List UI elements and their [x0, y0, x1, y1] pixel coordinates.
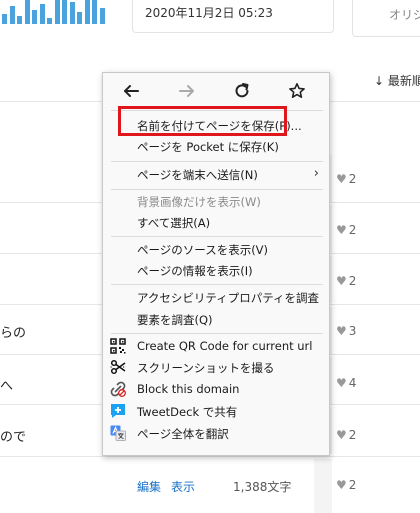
menu-separator	[111, 333, 323, 334]
translate-icon	[110, 425, 126, 441]
row-stripe	[314, 459, 332, 513]
menu-item-inspect-accessibility[interactable]: アクセシビリティプロパティを調査	[103, 287, 329, 308]
heart-icon: ♥	[336, 274, 347, 288]
menu-item-send-to-device[interactable]: ページを端末へ送信(N) ›	[103, 164, 329, 185]
like-count: ♥ 2	[336, 223, 356, 237]
date-card: 2020年11月2日 05:23	[132, 0, 334, 33]
menu-item-label: ページの情報を表示(I)	[137, 264, 253, 278]
chart-bar	[54, 0, 60, 24]
like-count: ♥ 2	[336, 478, 356, 492]
chart-bar	[69, 2, 75, 24]
chart-bar	[2, 14, 7, 24]
menu-item-tweetdeck[interactable]: TweetDeck で共有	[103, 401, 329, 422]
menu-item-label: ページを端末へ送信(N)	[137, 168, 258, 182]
mini-bar-chart	[0, 0, 110, 24]
like-number: 2	[348, 478, 357, 492]
chart-bar	[32, 10, 37, 24]
menu-item-block-domain[interactable]: Block this domain	[103, 379, 329, 400]
menu-item-label: Block this domain	[137, 382, 240, 396]
star-icon	[289, 83, 305, 98]
sort-latest-label[interactable]: ↓ 最新順	[374, 72, 420, 89]
chart-bar	[84, 0, 90, 24]
row-title-fragment[interactable]: ので	[0, 426, 26, 445]
like-number: 2	[348, 172, 357, 186]
menu-item-page-info[interactable]: ページの情報を表示(I)	[103, 260, 329, 281]
menu-item-save-to-pocket[interactable]: ページを Pocket に保存(K)	[103, 136, 329, 157]
tweetdeck-icon	[111, 404, 125, 418]
like-number: 4	[348, 376, 357, 390]
bookmark-button[interactable]	[287, 81, 307, 101]
heart-icon: ♥	[336, 223, 347, 237]
menu-item-label: スクリーンショットを撮る	[137, 361, 275, 375]
menu-item-label: すべて選択(A)	[137, 216, 211, 230]
chart-bar	[17, 16, 22, 24]
row-title-fragment[interactable]: らの	[0, 322, 26, 341]
like-number: 3	[348, 324, 357, 338]
menu-item-label: ページを Pocket に保存(K)	[137, 140, 279, 154]
original-card[interactable]: オリジ	[352, 0, 420, 37]
like-number: 2	[348, 223, 357, 237]
menu-item-select-all[interactable]: すべて選択(A)	[103, 212, 329, 233]
menu-separator	[111, 236, 323, 237]
original-card-label: オリジ	[389, 8, 420, 22]
menu-item-label: ページ全体を翻訳	[137, 427, 229, 441]
menu-item-screenshot[interactable]: スクリーンショットを撮る	[103, 357, 329, 378]
menu-item-label: 背景画像だけを表示(W)	[137, 195, 261, 209]
chart-bar	[9, 6, 15, 24]
menu-item-label: Create QR Code for current url	[137, 339, 313, 353]
menu-item-label: 要素を調査(Q)	[137, 313, 213, 327]
chart-bar	[47, 18, 52, 24]
like-count: ♥ 4	[336, 376, 356, 390]
reload-button[interactable]	[232, 81, 252, 101]
reload-icon	[235, 83, 249, 98]
like-count: ♥ 2	[336, 172, 356, 186]
heart-icon: ♥	[336, 376, 347, 390]
like-number: 2	[348, 428, 357, 442]
like-count: ♥ 2	[336, 274, 356, 288]
forward-button[interactable]	[177, 81, 197, 101]
context-menu-nav	[103, 73, 329, 109]
qr-code-icon	[110, 338, 126, 354]
menu-item-view-background-image: 背景画像だけを表示(W)	[103, 191, 329, 212]
highlight-annotation	[118, 106, 287, 136]
like-count: ♥ 2	[336, 428, 356, 442]
char-count: 1,388文字	[233, 480, 292, 494]
chart-bar	[24, 0, 30, 24]
divider	[0, 456, 420, 457]
menu-item-qr-code[interactable]: Create QR Code for current url	[103, 336, 329, 357]
menu-item-translate-page[interactable]: ページ全体を翻訳	[103, 423, 329, 444]
menu-item-label: アクセシビリティプロパティを調査	[137, 291, 320, 305]
menu-item-label: ページのソースを表示(V)	[137, 243, 269, 257]
arrow-left-icon	[124, 85, 139, 97]
scissors-icon	[110, 359, 126, 375]
menu-separator	[111, 284, 323, 285]
chart-bar	[99, 8, 105, 24]
back-button[interactable]	[121, 81, 141, 101]
menu-item-view-source[interactable]: ページのソースを表示(V)	[103, 239, 329, 260]
menu-item-label: TweetDeck で共有	[137, 405, 238, 419]
heart-icon: ♥	[336, 172, 347, 186]
row-actions: 編集 表示	[137, 478, 205, 495]
edit-link[interactable]: 編集	[137, 480, 161, 494]
heart-icon: ♥	[336, 428, 347, 442]
chart-bar	[77, 12, 82, 24]
block-icon	[110, 381, 126, 397]
chart-bar	[62, 0, 67, 24]
view-link[interactable]: 表示	[171, 480, 195, 494]
chart-bar	[39, 4, 45, 24]
date-text: 2020年11月2日 05:23	[145, 6, 273, 20]
like-number: 2	[348, 274, 357, 288]
menu-separator	[111, 161, 323, 162]
menu-separator	[111, 189, 323, 190]
menu-item-inspect-element[interactable]: 要素を調査(Q)	[103, 309, 329, 330]
row-title-fragment[interactable]: へ	[0, 375, 13, 394]
arrow-right-icon	[179, 85, 194, 97]
heart-icon: ♥	[336, 478, 347, 492]
chevron-right-icon: ›	[313, 166, 319, 181]
chart-bar	[92, 0, 97, 24]
like-count: ♥ 3	[336, 324, 356, 338]
heart-icon: ♥	[336, 324, 347, 338]
